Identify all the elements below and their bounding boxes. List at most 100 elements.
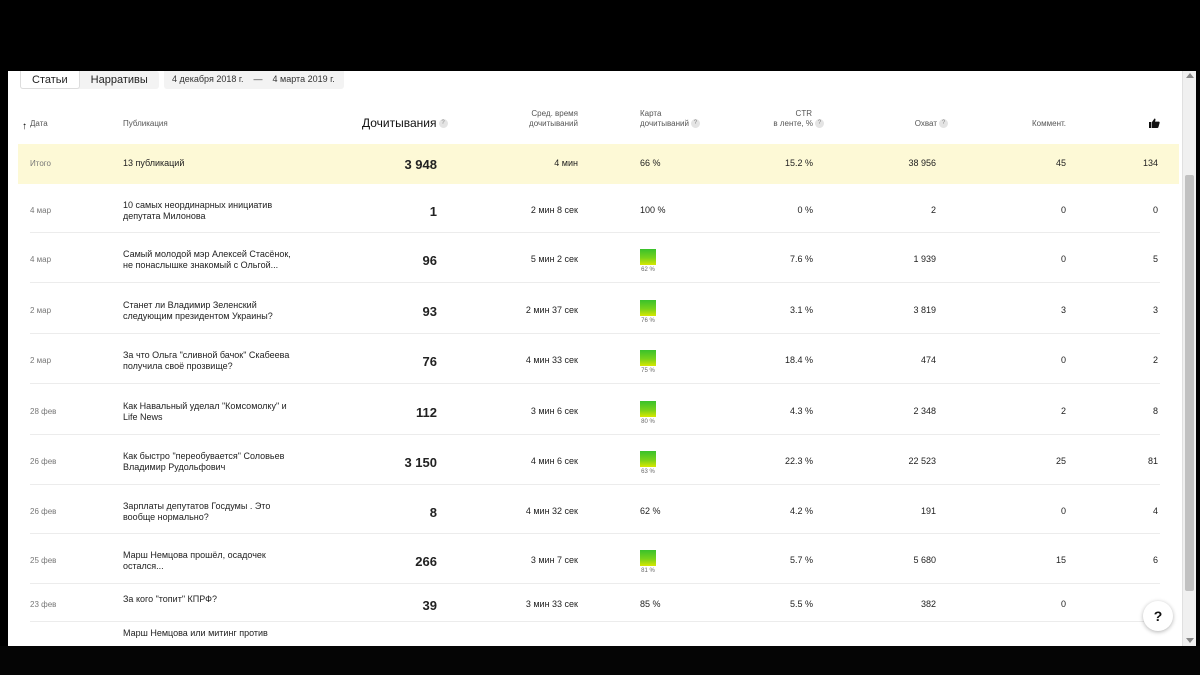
row-comments: 0	[1060, 254, 1066, 264]
row-ctr: 18.4 %	[784, 355, 813, 365]
read-map-percent: 75 %	[641, 368, 655, 374]
row-ctr: 5.5 %	[789, 599, 813, 609]
col-reads-header[interactable]: Дочитывания?	[362, 116, 448, 130]
row-avg-time: 3 мин 33 сек	[525, 599, 578, 609]
sort-arrow-up-icon[interactable]: ↑	[22, 121, 27, 132]
row-avg-time: 4 мин 6 сек	[530, 456, 578, 466]
col-map-line1: Карта	[640, 109, 662, 118]
publication-title[interactable]: Зарплаты депутатов Госдумы . Это вообще …	[123, 501, 298, 523]
tab-narratives[interactable]: Нарративы	[80, 71, 159, 89]
col-reach-label: Охват	[914, 119, 937, 128]
row-reads: 3 150	[404, 455, 437, 470]
row-avg-time: 3 мин 7 сек	[530, 555, 578, 565]
col-ctr-header[interactable]: CTR в ленте, %?	[728, 109, 824, 129]
row-map-value: 85 %	[640, 599, 661, 609]
total-ctr: 15.2 %	[784, 158, 813, 168]
table-row[interactable]: 28 фев Как Навальный уделал "Комсомолку" …	[30, 386, 1160, 435]
help-icon[interactable]: ?	[939, 119, 948, 129]
row-reads: 96	[422, 253, 437, 268]
publication-title[interactable]: Станет ли Владимир Зеленский следующим п…	[123, 300, 298, 322]
col-avg-time-header[interactable]: Сред. время дочитываний	[498, 109, 578, 129]
col-avg-time-line2: дочитываний	[529, 119, 578, 128]
row-date: 25 фев	[30, 556, 57, 565]
row-avg-time: 2 мин 37 сек	[525, 305, 578, 315]
row-likes: 81	[1147, 456, 1158, 466]
right-frame	[1196, 71, 1200, 646]
bottom-black-bar	[0, 646, 1200, 675]
col-map-line2-text: дочитываний	[640, 119, 689, 128]
publication-title[interactable]: Как Навальный уделал "Комсомолку" и Life…	[123, 401, 298, 423]
col-comments-header[interactable]: Коммент.	[998, 119, 1066, 129]
read-map-heatmap[interactable]	[640, 350, 656, 366]
row-ctr: 5.7 %	[789, 555, 813, 565]
help-icon[interactable]: ?	[690, 119, 700, 129]
top-black-bar	[0, 0, 1200, 71]
read-map-heatmap[interactable]	[640, 550, 656, 566]
row-comments: 0	[1060, 599, 1066, 609]
total-label: Итого	[30, 159, 51, 168]
row-comments: 0	[1060, 355, 1066, 365]
table-row[interactable]: 23 фев За кого "топит" КПРФ? 39 3 мин 33 се…	[30, 586, 1160, 622]
row-likes: 4	[1152, 506, 1158, 516]
row-reads: 39	[422, 598, 437, 613]
row-comments: 2	[1060, 406, 1066, 416]
table-row[interactable]: 25 фев Марш Немцова прошёл, осадочек оста…	[30, 536, 1160, 584]
publication-title[interactable]: Марш Немцова прошёл, осадочек остался...	[123, 550, 298, 572]
read-map-heatmap[interactable]	[640, 401, 656, 417]
read-map-heatmap[interactable]	[640, 451, 656, 467]
help-button[interactable]: ?	[1143, 601, 1173, 631]
scroll-up-arrow-icon[interactable]	[1186, 73, 1194, 78]
help-icon[interactable]: ?	[438, 119, 448, 129]
row-comments: 0	[1060, 205, 1066, 215]
col-reach-header[interactable]: Охват?	[868, 119, 948, 129]
col-map-header[interactable]: Карта дочитываний?	[640, 109, 700, 129]
row-reads: 8	[429, 505, 437, 520]
row-ctr: 3.1 %	[789, 305, 813, 315]
table-row[interactable]: 4 мар 10 самых неординарных инициатив деп…	[30, 187, 1160, 233]
row-likes: 5	[1152, 254, 1158, 264]
row-date: 28 фев	[30, 407, 57, 416]
row-likes: 0	[1152, 205, 1158, 215]
row-date: 26 фев	[30, 507, 57, 516]
row-ctr: 0 %	[797, 205, 813, 215]
thumbs-up-icon[interactable]	[1149, 118, 1160, 131]
publication-title[interactable]: 10 самых неординарных инициатив депутата…	[123, 200, 298, 222]
table-row[interactable]: 2 мар За что Ольга "сливной бачок" Скабее…	[30, 336, 1160, 384]
help-icon[interactable]: ?	[815, 119, 824, 129]
row-reach: 3 819	[913, 305, 936, 315]
publication-title[interactable]: Марш Немцова или митинг против	[123, 628, 298, 639]
row-comments: 0	[1060, 506, 1066, 516]
read-map-percent: 62 %	[641, 267, 655, 273]
publication-title[interactable]: Как быстро "переобувается" Соловьев Влад…	[123, 451, 298, 473]
vertical-scrollbar[interactable]	[1182, 71, 1196, 646]
date-separator: —	[253, 74, 263, 84]
col-ctr-line2-text: в ленте, %	[773, 119, 813, 128]
total-reads: 3 948	[404, 157, 437, 172]
row-date: 4 мар	[30, 255, 52, 264]
total-comments: 45	[1055, 158, 1066, 168]
scroll-down-arrow-icon[interactable]	[1186, 638, 1194, 643]
date-range-picker[interactable]: 4 декабря 2018 г. — 4 марта 2019 г.	[164, 71, 344, 89]
read-map-heatmap[interactable]	[640, 300, 656, 316]
row-likes: 3	[1152, 305, 1158, 315]
row-reads: 112	[416, 405, 437, 420]
scroll-thumb[interactable]	[1185, 175, 1194, 591]
tab-articles[interactable]: Статьи	[20, 71, 80, 89]
col-publication-header[interactable]: Публикация	[123, 119, 168, 129]
row-date: 2 мар	[30, 306, 52, 315]
col-reads-label: Дочитывания	[362, 116, 437, 130]
view-tabs: Статьи Нарративы	[20, 71, 159, 89]
publication-title[interactable]: За что Ольга "сливной бачок" Скабеева по…	[123, 350, 298, 372]
read-map-heatmap[interactable]	[640, 249, 656, 265]
row-likes: 8	[1152, 406, 1158, 416]
publication-title[interactable]: За кого "топит" КПРФ?	[123, 594, 298, 605]
table-row[interactable]: 26 фев Зарплаты депутатов Госдумы . Это в…	[30, 487, 1160, 534]
table-row[interactable]: 2 мар Станет ли Владимир Зеленский следую…	[30, 285, 1160, 334]
col-date-header[interactable]: Дата	[30, 119, 48, 129]
table-row[interactable]: Марш Немцова или митинг против	[30, 623, 1160, 646]
table-row[interactable]: 26 фев Как быстро "переобувается" Соловье…	[30, 437, 1160, 485]
table-row[interactable]: 4 мар Самый молодой мэр Алексей Стасёнок,…	[30, 235, 1160, 283]
row-avg-time: 4 мин 33 сек	[525, 355, 578, 365]
row-comments: 25	[1055, 456, 1066, 466]
publication-title[interactable]: Самый молодой мэр Алексей Стасёнок, не п…	[123, 249, 298, 271]
